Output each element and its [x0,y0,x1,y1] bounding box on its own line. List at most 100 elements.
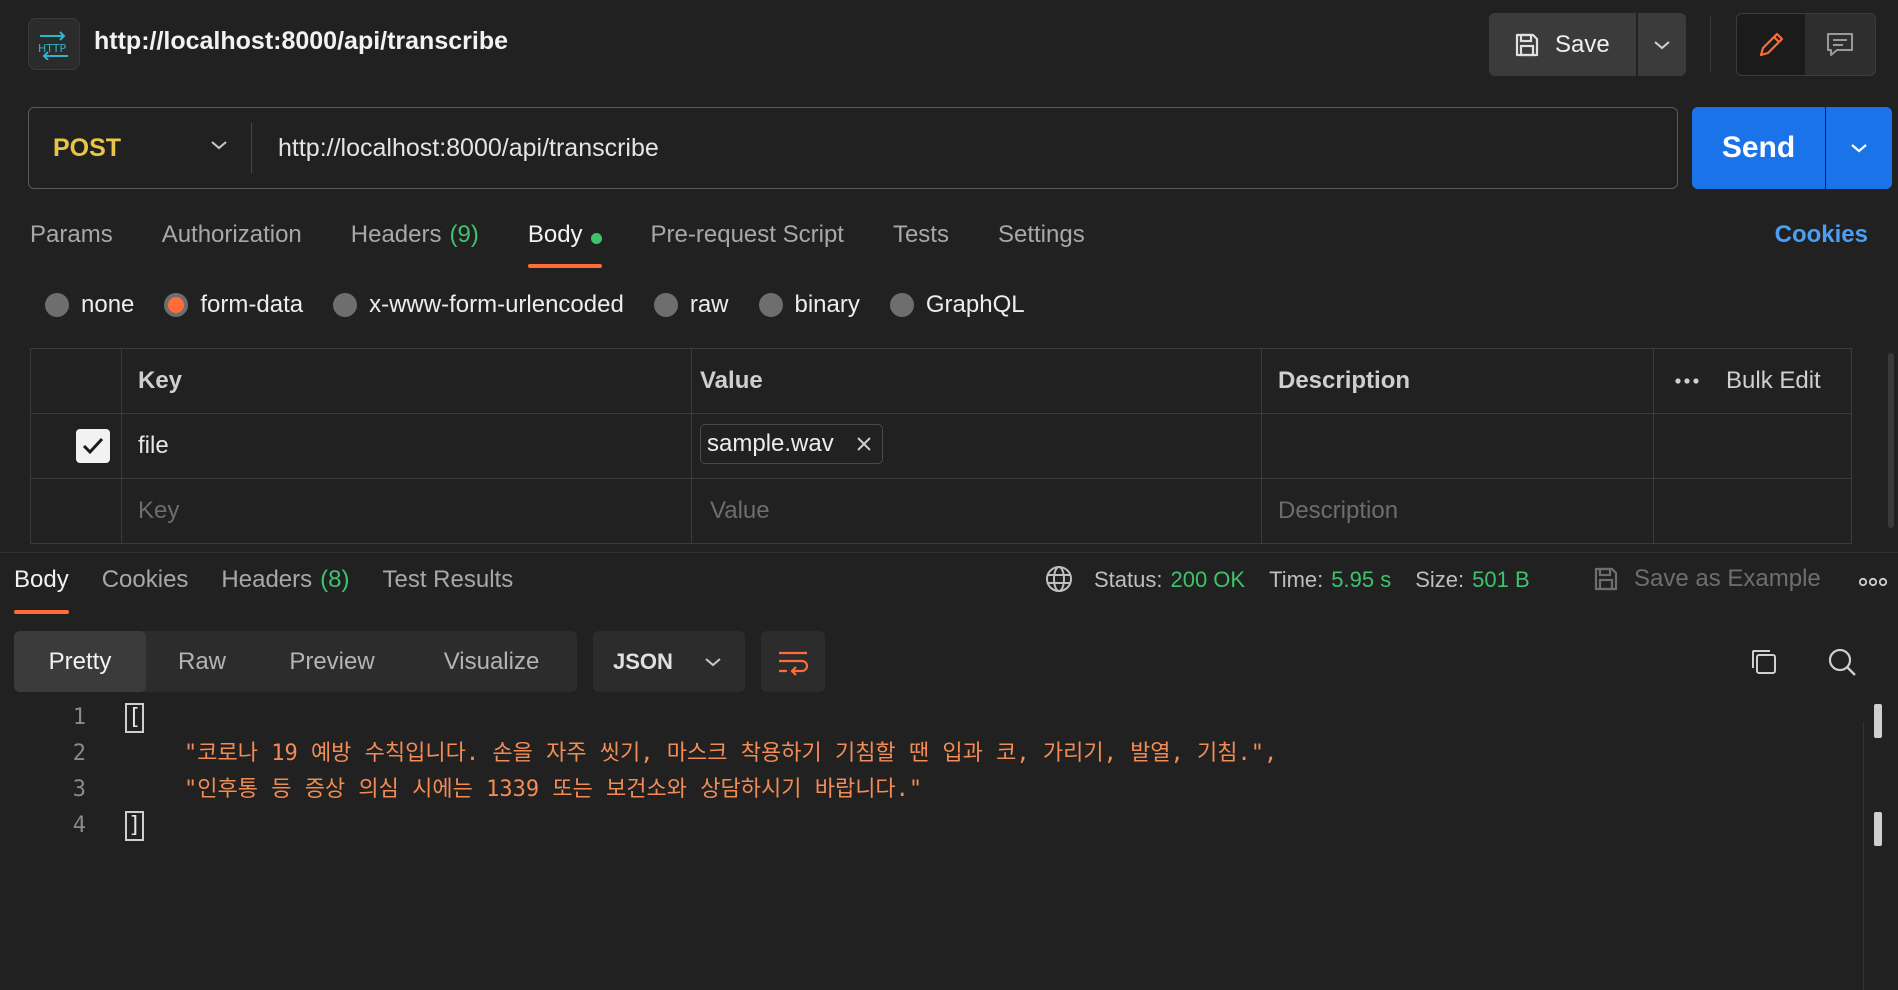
request-scrollbar[interactable] [1888,353,1894,528]
more-options-icon[interactable] [1858,569,1888,595]
status-value[interactable]: 200 OK [1170,567,1245,593]
chevron-down-icon [1851,144,1867,153]
tab-params[interactable]: Params [30,218,113,270]
header-divider [1710,16,1711,72]
table-row: file sample.wav [30,413,1852,479]
description-input[interactable]: Description [1261,478,1654,544]
actions-cell [1653,413,1852,479]
view-pretty[interactable]: Pretty [14,631,146,692]
close-icon[interactable] [856,436,872,452]
comment-mode-button[interactable] [1805,14,1875,75]
view-mode-tabs: Pretty Raw Preview Visualize [14,631,577,692]
save-as-example-button[interactable]: Save as Example [1592,565,1821,593]
tab-prerequest-script[interactable]: Pre-request Script [651,218,844,270]
radio-x-www-form-urlencoded[interactable]: x-www-form-urlencoded [333,291,624,319]
line-text: "코로나 19 예방 수칙입니다. 손을 자주 씻기, 마스크 착용하기 기침할… [184,741,1278,766]
table-header-row: Key Value Description Bulk Edit [30,348,1852,414]
response-divider[interactable] [0,552,1898,553]
header-actions: Bulk Edit [1653,348,1852,414]
resp-tab-headers[interactable]: Headers (8) [221,566,349,614]
http-request-icon: HTTP [28,18,80,70]
more-options-icon[interactable] [1674,377,1700,385]
row-checkbox[interactable] [76,429,110,463]
save-icon [1515,33,1539,56]
edit-mode-button[interactable] [1737,14,1805,75]
url-bar: POST http://localhost:8000/api/transcrib… [28,107,1678,189]
radio-label: binary [794,291,860,318]
save-button[interactable]: Save [1489,13,1636,76]
time-value[interactable]: 5.95 s [1331,567,1391,593]
resp-tab-test-results[interactable]: Test Results [382,566,513,614]
header-description: Description [1261,348,1654,414]
radio-label: none [81,291,135,318]
form-data-table: Key Value Description Bulk Edit file sam… [30,348,1852,544]
file-name: sample.wav [707,430,834,457]
word-wrap-button[interactable] [761,631,825,692]
response-code-viewer[interactable]: 1 [ 2 "코로나 19 예방 수칙입니다. 손을 자주 씻기, 마스크 착용… [0,700,1866,990]
chevron-down-icon [211,141,227,150]
copy-icon[interactable] [1748,646,1780,678]
globe-icon[interactable] [1044,564,1074,594]
size-value[interactable]: 501 B [1472,567,1530,593]
save-example-label: Save as Example [1634,565,1821,592]
radio-dot [164,293,189,317]
resp-headers-count: (8) [320,566,350,593]
file-chip: sample.wav [700,424,883,464]
pencil-icon [1759,32,1784,56]
send-button[interactable]: Send [1692,107,1825,189]
radio-label: raw [689,291,729,318]
key-input[interactable]: Key [121,478,692,544]
key-cell[interactable]: file [121,413,692,479]
resp-tab-body[interactable]: Body [14,566,69,614]
cookies-link[interactable]: Cookies [1775,221,1868,249]
line-text: [ [124,700,145,736]
url-input[interactable]: http://localhost:8000/api/transcribe [252,134,659,163]
size-label: Size: [1415,567,1465,592]
bulk-edit-button[interactable]: Bulk Edit [1726,367,1821,395]
body-active-dot [590,233,602,244]
header-value: Value [691,348,1262,414]
tab-authorization[interactable]: Authorization [162,218,302,270]
bracket-open: [ [124,703,145,733]
request-header: HTTP http://localhost:8000/api/transcrib… [0,0,1898,88]
radio-graphql[interactable]: GraphQL [889,291,1025,319]
radio-dot [45,293,69,317]
code-line: 2 "코로나 19 예방 수칙입니다. 손을 자주 씻기, 마스크 착용하기 기… [0,736,1866,772]
tab-tests[interactable]: Tests [893,218,949,270]
request-title[interactable]: http://localhost:8000/api/transcribe [94,27,508,56]
chevron-down-icon [1654,40,1670,49]
view-raw[interactable]: Raw [146,631,258,692]
tab-headers[interactable]: Headers (9) [351,218,479,270]
view-visualize[interactable]: Visualize [406,631,577,692]
format-label: JSON [613,648,673,674]
view-preview[interactable]: Preview [258,631,406,692]
tab-label: Cookies [101,566,189,593]
save-dropdown-button[interactable] [1638,13,1686,76]
tab-label: Tests [892,221,949,248]
resp-tab-cookies[interactable]: Cookies [102,566,189,614]
tab-label: Settings [997,221,1085,248]
status-label: Status: [1094,567,1163,592]
code-scrollbar[interactable] [1863,722,1864,990]
header-key: Key [121,348,692,414]
tab-body[interactable]: Body [527,218,602,270]
format-select[interactable]: JSON [593,631,745,692]
value-cell[interactable]: sample.wav [691,413,1262,479]
radio-none[interactable]: none [45,291,134,319]
radio-form-data[interactable]: form-data [164,291,303,319]
value-input[interactable]: Value [691,478,1262,544]
row-check-cell [30,478,122,544]
send-dropdown-button[interactable] [1826,107,1892,189]
save-group: Save [1489,13,1686,76]
radio-raw[interactable]: raw [653,291,729,319]
method-select[interactable]: POST [29,108,251,188]
tab-settings[interactable]: Settings [998,218,1085,270]
search-icon[interactable] [1826,646,1858,678]
radio-binary[interactable]: binary [758,291,860,319]
line-text: "인후통 등 증상 의심 시에는 1339 또는 보건소와 상담하시기 바랍니다… [184,777,923,802]
description-cell[interactable] [1261,413,1654,479]
row-check-cell [30,413,122,479]
actions-cell [1653,478,1852,544]
tab-label: Body [527,221,583,248]
radio-label: x-www-form-urlencoded [369,291,624,318]
